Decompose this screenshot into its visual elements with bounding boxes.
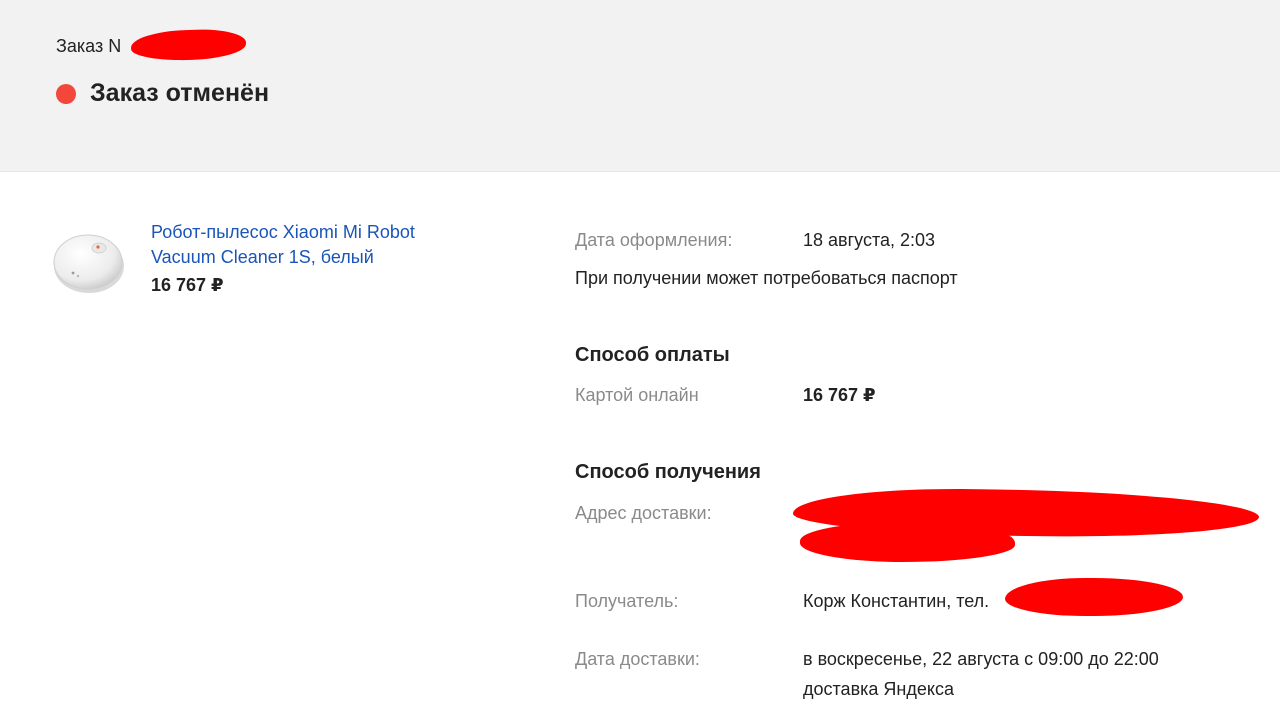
redaction-mark (800, 522, 1015, 562)
payment-section-title: Способ оплаты (575, 344, 730, 366)
product-price: 16 767 ₽ (151, 275, 224, 295)
recipient-value: Корж Константин, тел. (803, 591, 990, 611)
delivery-date-label: Дата доставки: (575, 649, 700, 669)
recipient-label: Получатель: (575, 591, 679, 611)
redaction-mark (1005, 578, 1183, 616)
redaction-mark (130, 28, 247, 62)
order-date-label: Дата оформления: (575, 230, 733, 250)
order-page: Заказ N Заказ отменён Робот-пылесос Xiao… (0, 0, 1280, 720)
robot-vacuum-icon[interactable] (52, 228, 124, 296)
order-status: Заказ отменён (56, 79, 269, 108)
product-title-link[interactable]: Робот-пылесос Xiaomi Mi Robot Vacuum Cle… (151, 220, 471, 270)
payment-amount: 16 767 ₽ (803, 385, 876, 405)
passport-note: При получении может потребоваться паспор… (575, 268, 958, 288)
delivery-section-title: Способ получения (575, 461, 761, 483)
delivery-date-value: в воскресенье, 22 августа с 09:00 до 22:… (803, 649, 1159, 669)
payment-method-label: Картой онлайн (575, 385, 699, 405)
status-label: Заказ отменён (90, 79, 270, 107)
order-date-value: 18 августа, 2:03 (803, 230, 936, 250)
order-details: Дата оформления: 18 августа, 2:03 При по… (575, 0, 1265, 720)
delivery-service: доставка Яндекса (803, 679, 954, 699)
status-dot-icon (56, 83, 76, 104)
delivery-address-label: Адрес доставки: (575, 503, 712, 523)
order-number-label: Заказ N (56, 36, 122, 56)
order-number: Заказ N (56, 28, 247, 62)
